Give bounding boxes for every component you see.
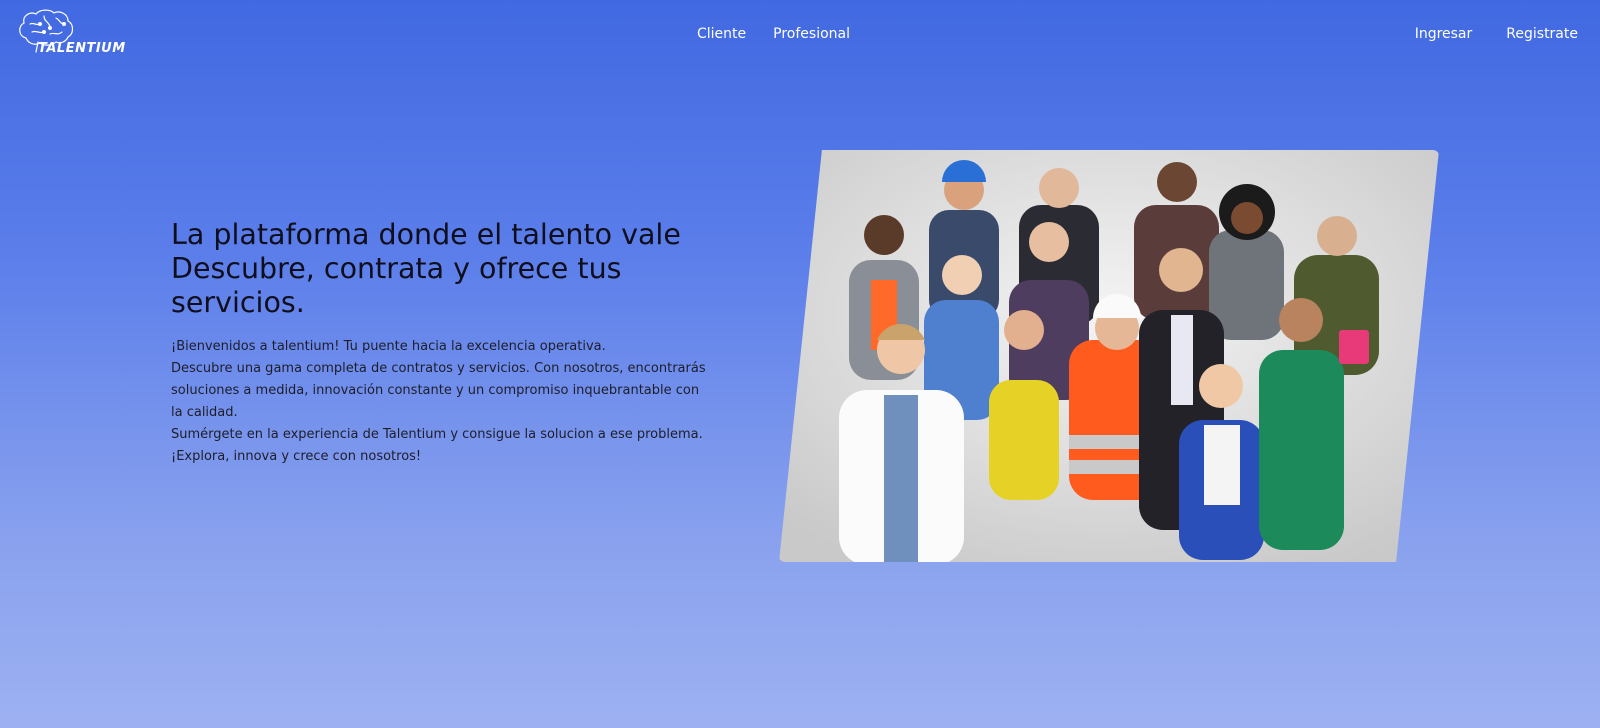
- brand-name: TALENTIUM: [38, 41, 126, 56]
- hero-description-line: ¡Explora, innova y crece con nosotros!: [171, 449, 422, 464]
- hero-description-line: soluciones a medida, innovación constant…: [171, 383, 700, 398]
- hero-title-line: servicios.: [171, 286, 305, 319]
- hero-description-line: la calidad.: [171, 405, 238, 420]
- hero-description-line: Sumérgete en la experiencia de Talentium…: [171, 427, 703, 442]
- register-link[interactable]: Registrate: [1506, 26, 1578, 42]
- navbar: TALENTIUM Cliente Profesional Ingresar R…: [0, 0, 1600, 70]
- hero-title-line: La plataforma donde el talento vale: [171, 218, 681, 251]
- hero-title: La plataforma donde el talento vale Desc…: [171, 218, 731, 320]
- nav-link-profesional[interactable]: Profesional: [773, 26, 850, 42]
- person-afro: [1209, 184, 1284, 340]
- hero-section: La plataforma donde el talento vale Desc…: [171, 218, 731, 468]
- hero-image-professionals: [779, 150, 1439, 562]
- brand-logo[interactable]: TALENTIUM: [16, 8, 136, 58]
- auth-nav: Ingresar Registrate: [1415, 26, 1578, 42]
- nav-link-cliente[interactable]: Cliente: [697, 26, 746, 42]
- login-link[interactable]: Ingresar: [1415, 26, 1473, 42]
- hero-description: ¡Bienvenidos a talentium! Tu puente haci…: [171, 336, 731, 468]
- main-nav: Cliente Profesional: [697, 26, 850, 42]
- hero-title-line: Descubre, contrata y ofrece tus: [171, 252, 622, 285]
- professionals-group-illustration: [779, 150, 1439, 562]
- hero-description-line: ¡Bienvenidos a talentium! Tu puente haci…: [171, 339, 606, 354]
- hero-description-line: Descubre una gama completa de contratos …: [171, 361, 706, 376]
